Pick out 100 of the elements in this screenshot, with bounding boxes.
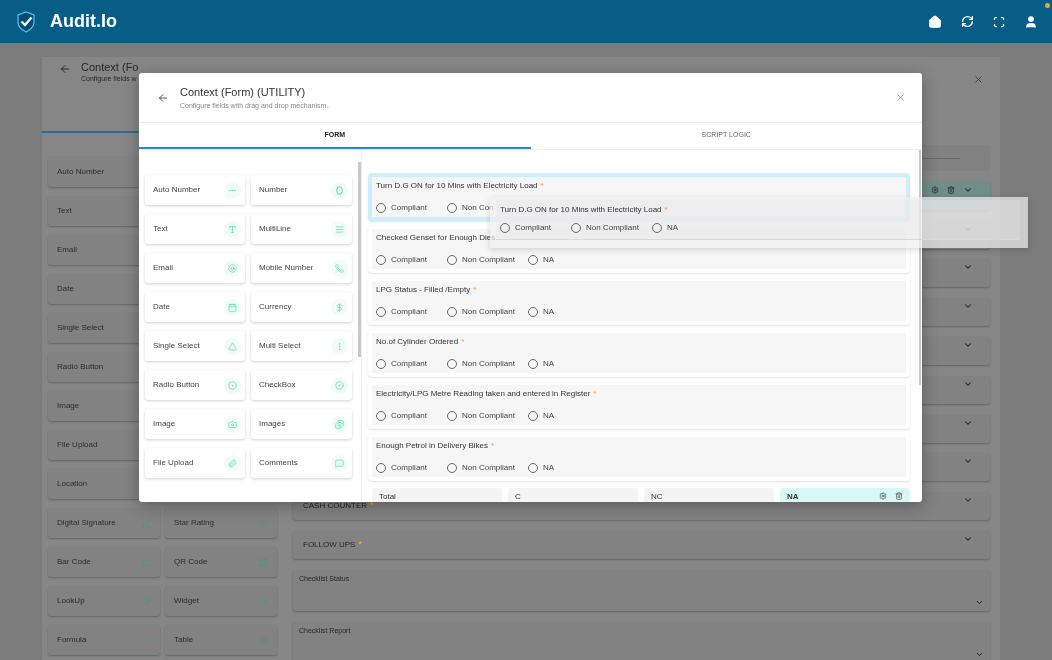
palette-label: Star Rating [174,517,215,529]
radio-option[interactable]: Non Compliant [571,222,639,234]
summary-label: NC [651,492,663,502]
palette-label: Formula [57,634,87,646]
palette-label: File Upload [153,457,194,469]
palette-item[interactable]: Currency [251,292,352,322]
radio-option[interactable]: Non Compliant [447,254,515,266]
radio-option[interactable]: Non Compliant [447,358,515,370]
palette-label: MultiLine [259,223,291,235]
palette-item[interactable]: Single Select [145,331,245,361]
palette-label: Comments [259,457,298,469]
radio-option[interactable]: NA [528,462,555,474]
palette-label: Text [57,205,72,217]
page-title: Context (Fo [81,61,139,73]
accordion-row[interactable]: FOLLOW UPS * [293,530,990,559]
question-title: Turn D.G ON for 10 Mins with Electricity Load [500,204,662,216]
palette-item[interactable]: Email [145,253,245,283]
radio-option[interactable]: Compliant [376,306,427,318]
radio-option[interactable]: Compliant [376,410,427,422]
palette-label: Single Select [153,340,200,352]
palette-item[interactable]: MultiLine [251,214,352,244]
palette-label: Digital Signature [57,517,116,529]
radio-option[interactable]: Compliant [376,254,427,266]
palette-label: Number [259,184,288,196]
required-mark: * [593,388,597,400]
radio-option[interactable]: Compliant [376,462,427,474]
palette-item[interactable]: File Upload [145,448,245,478]
radio-option[interactable]: Compliant [376,202,427,214]
palette-item[interactable]: Auto Number [145,175,245,205]
radio-option[interactable]: NA [528,254,555,266]
palette-item[interactable]: QR Code [165,547,277,577]
palette-item[interactable]: Bar Code [48,547,160,577]
radio-option[interactable]: NA [528,358,555,370]
palette-label: Images [259,418,286,430]
palette-label: Auto Number [57,166,105,178]
radio-option[interactable]: Non Compliant [447,462,515,474]
app-title: Audit.Io [50,10,117,33]
palette-label: Radio Button [153,379,200,391]
modal-title: Context (Form) (UTILITY) [180,84,307,100]
palette-label: Mobile Number [259,262,314,274]
palette-label: Widget [174,595,199,607]
palette-item[interactable]: CheckBox [251,370,352,400]
palette-label: Date [57,283,74,295]
summary-label: Total [379,492,396,502]
palette-label: Location [57,478,88,490]
palette-item[interactable]: Image [145,409,245,439]
palette-item[interactable]: Text [145,214,245,244]
radio-option[interactable]: Compliant [376,358,427,370]
palette-item[interactable]: Formula [48,625,160,655]
palette-item[interactable]: Table [165,625,277,655]
section-title: FOLLOW UPS [303,538,356,551]
palette-label: Image [153,418,176,430]
section-title: CASH COUNTER [303,500,367,513]
summary-label: NA [787,492,799,502]
palette-label: Single Select [57,322,104,334]
palette-label: Email [57,244,77,256]
palette-label: File Upload [57,439,98,451]
question-title: Electricity/LPG Metre Reading taken and entered in Register [376,388,591,400]
palette-label: Email [153,262,173,274]
palette-item[interactable]: Comments [251,448,352,478]
palette-item[interactable]: Mobile Number [251,253,352,283]
radio-option[interactable]: Compliant [500,222,551,234]
required-mark: * [540,180,544,192]
palette-label: Auto Number [153,184,201,196]
palette-item[interactable]: Number [251,175,352,205]
palette-item[interactable]: Images [251,409,352,439]
question-title: LPG Status - Filled /Empty [376,284,471,296]
radio-option[interactable]: NA [528,410,555,422]
palette-label: Date [153,301,170,313]
radio-option[interactable]: Non Compliant [447,410,515,422]
radio-option[interactable]: NA [652,222,679,234]
palette-label: Text [153,223,168,235]
required-mark: * [491,440,495,452]
palette-label: LookUp [57,595,85,607]
palette-label: Table [174,634,194,646]
question-title: Enough Petrol in Delivery Bikes [376,440,489,452]
question-title: No.of Cylinder Ordered [376,336,459,348]
palette-label: CheckBox [259,379,296,391]
palette-label: Multi Select [259,340,301,352]
required-mark: * [473,284,477,296]
summary-label: C [515,492,521,502]
required-mark: * [461,336,465,348]
palette-item[interactable]: Widget [165,586,277,616]
required-mark: * [664,204,668,216]
palette-item[interactable]: Star Rating [165,508,277,538]
required-mark: * [370,499,374,513]
palette-label: Radio Button [57,361,104,373]
palette-item[interactable]: Multi Select [251,331,352,361]
palette-label: Bar Code [57,556,91,568]
palette-item[interactable]: LookUp [48,586,160,616]
palette-label: Currency [259,301,292,313]
palette-label: QR Code [174,556,208,568]
radio-option[interactable]: NA [528,306,555,318]
palette-item[interactable]: Date [145,292,245,322]
radio-option[interactable]: Non Compliant [447,306,515,318]
palette-item[interactable]: Digital Signature [48,508,160,538]
palette-label: Image [57,400,80,412]
required-mark: * [358,538,362,552]
question-title: Turn D.G ON for 10 Mins with Electricity Load [376,180,538,192]
palette-item[interactable]: Radio Button [145,370,245,400]
